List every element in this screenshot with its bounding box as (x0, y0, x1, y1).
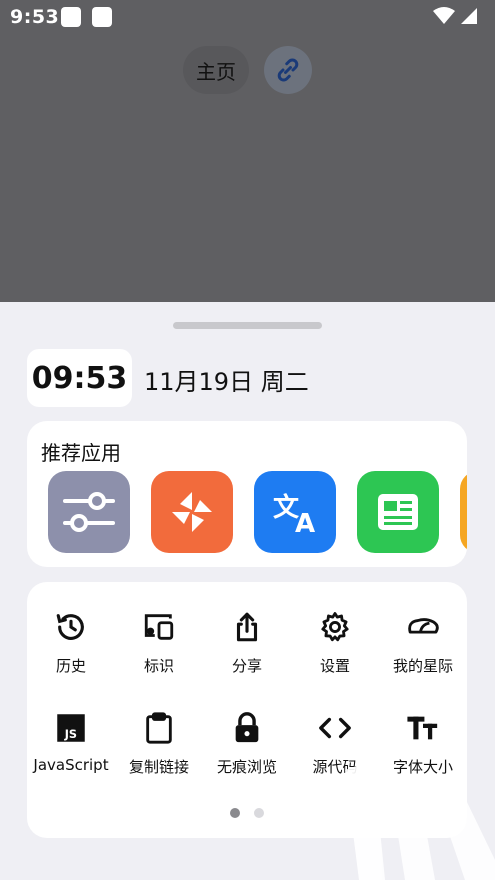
news-icon (378, 494, 418, 530)
devices-icon (141, 609, 177, 645)
notification-icon (92, 7, 112, 27)
tool-label: 无痕浏览 (216, 758, 277, 776)
status-bar: 9:53 (0, 0, 495, 34)
tool-label: 标识 (143, 657, 174, 675)
font-size-button[interactable]: 字体大小 (379, 710, 467, 790)
identity-button[interactable]: 标识 (115, 609, 203, 689)
bottom-sheet: 09:53 11月19日 周二 推荐应用 文 A 历史 标识 分享 设置 我的星… (0, 302, 495, 880)
tool-label: 我的星际 (392, 657, 453, 675)
page-dot-active[interactable] (230, 808, 240, 818)
drag-handle[interactable] (173, 322, 322, 329)
tool-label: 分享 (231, 657, 262, 675)
code-icon (317, 710, 353, 746)
svg-text:A: A (295, 509, 315, 539)
copy-link-button[interactable]: 复制链接 (115, 710, 203, 790)
pinwheel-icon (172, 492, 212, 532)
notification-icon (61, 7, 81, 27)
source-code-button[interactable]: 源代码 (291, 710, 379, 790)
link-icon (277, 58, 299, 82)
clock-widget: 09:53 (27, 349, 132, 407)
sliders-app[interactable] (48, 471, 130, 553)
tools-card: 历史 标识 分享 设置 我的星际 JS JavaScript 复制链接 无痕浏览… (27, 582, 467, 838)
clipboard-icon (141, 710, 177, 746)
sliders-icon (63, 492, 115, 532)
date-label: 11月19日 周二 (144, 368, 309, 396)
tool-label: JavaScript (33, 756, 109, 774)
share-icon (229, 609, 265, 645)
javascript-button[interactable]: JS JavaScript (27, 710, 115, 790)
tool-label: 源代码 (312, 758, 358, 776)
lock-icon (229, 710, 265, 746)
my-interstellar-button[interactable]: 我的星际 (379, 609, 467, 689)
gear-icon (317, 609, 353, 645)
recommended-title: 推荐应用 (41, 441, 121, 465)
history-icon (53, 609, 89, 645)
recommended-apps-card: 推荐应用 文 A (27, 421, 467, 567)
link-button[interactable] (264, 46, 312, 94)
tool-label: 复制链接 (128, 758, 189, 776)
page-dot[interactable] (254, 808, 264, 818)
tool-label: 字体大小 (392, 758, 453, 776)
translate-app[interactable]: 文 A (254, 471, 336, 553)
home-label: 主页 (196, 59, 236, 84)
page-indicator (27, 808, 467, 820)
font-size-icon (405, 710, 441, 746)
settings-button[interactable]: 设置 (291, 609, 379, 689)
share-button[interactable]: 分享 (203, 609, 291, 689)
history-button[interactable]: 历史 (27, 609, 115, 689)
app-row: 文 A (48, 471, 467, 553)
news-app[interactable] (357, 471, 439, 553)
tool-label: 设置 (319, 657, 350, 675)
home-tab[interactable]: 主页 (183, 46, 249, 94)
clock-time: 09:53 (31, 360, 128, 396)
planet-icon (405, 609, 441, 645)
svg-text:JS: JS (64, 728, 77, 741)
wifi-signal-battery-icon (433, 7, 477, 24)
translate-icon: 文 A (273, 492, 315, 539)
status-time: 9:53 (10, 6, 60, 28)
javascript-icon: JS (53, 710, 89, 746)
partial-app[interactable] (460, 471, 467, 553)
pinwheel-app[interactable] (151, 471, 233, 553)
tool-label: 历史 (55, 657, 86, 675)
incognito-button[interactable]: 无痕浏览 (203, 710, 291, 790)
